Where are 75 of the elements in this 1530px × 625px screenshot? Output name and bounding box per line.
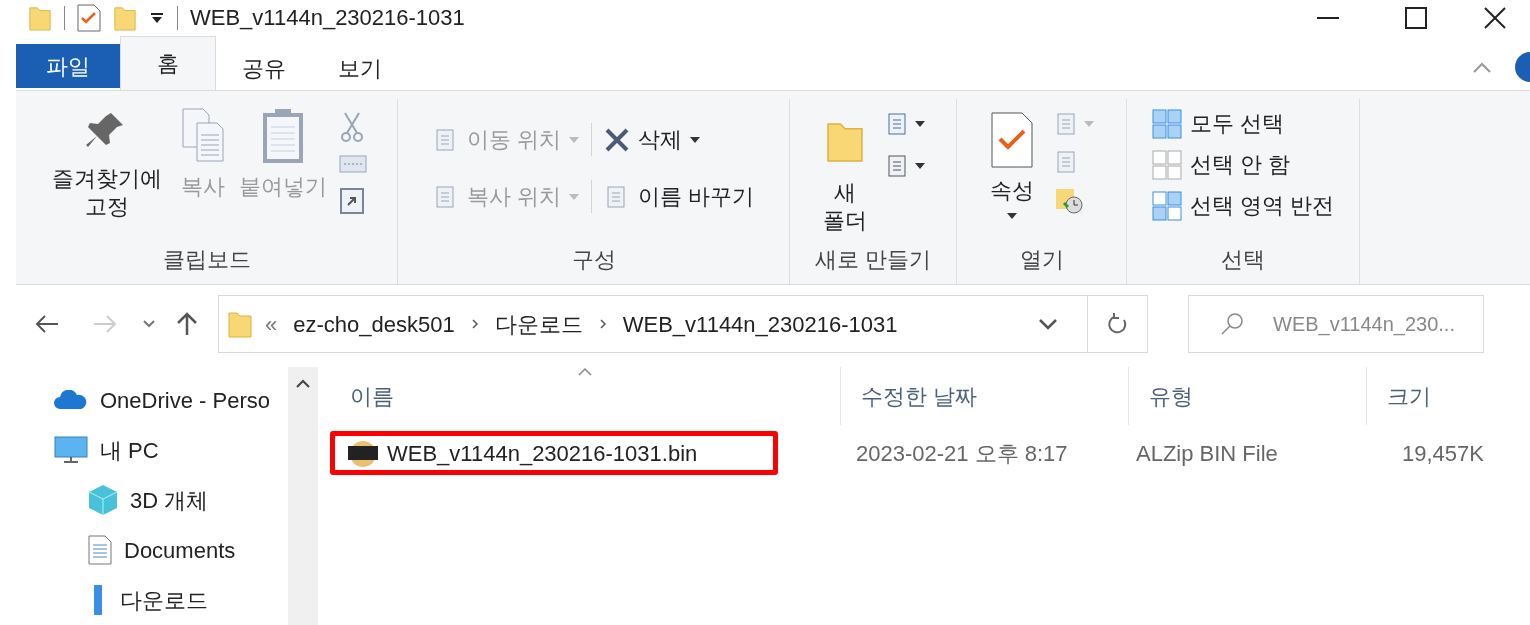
select-grid-icon <box>1151 108 1182 139</box>
ribbon-button[interactable]: 새 폴더 <box>821 111 869 235</box>
search-icon <box>1220 312 1244 336</box>
ribbon-button[interactable]: 선택 안 함 <box>1151 148 1335 181</box>
cube-icon <box>88 484 118 516</box>
nav-item[interactable]: 내 PC <box>16 425 288 475</box>
address-bar[interactable]: « ez-cho_desk501 다운로드 WEB_v1144n_230216-1031 <box>218 295 1148 353</box>
shortcut-icon <box>338 185 365 215</box>
clipboard-icon <box>260 107 305 165</box>
select-grid-icon <box>1151 190 1182 221</box>
column-header[interactable]: 수정한 날짜 <box>840 367 1128 425</box>
cloud-icon <box>54 390 88 410</box>
table-cell-text: 2023-02-21 오후 8:17 <box>855 439 1069 468</box>
close-icon <box>1484 6 1506 29</box>
scroll-up-icon <box>295 379 311 389</box>
group-label: 선택 <box>1221 246 1265 274</box>
chevron-right-icon <box>598 318 607 330</box>
breadcrumb[interactable]: 다운로드 <box>490 307 587 341</box>
ribbon-tab[interactable]: 홈 <box>120 36 216 90</box>
group-label: 열기 <box>1019 246 1064 274</box>
table-cell-text: ALZip BIN File <box>1135 439 1279 468</box>
bin-file-icon <box>347 438 379 468</box>
group-label: 새로 만들기 <box>814 246 932 274</box>
monitor-icon <box>54 435 88 465</box>
search-field[interactable]: WEB_v1144n_230... <box>1188 295 1484 353</box>
nav-item[interactable]: Documents <box>16 525 288 575</box>
column-header[interactable]: 유형 <box>1128 367 1366 425</box>
up-arrow-icon <box>176 312 198 336</box>
back-icon <box>34 314 60 334</box>
scrollbar[interactable] <box>288 367 318 625</box>
column-header[interactable]: 크기 <box>1366 367 1506 425</box>
group-label: 구성 <box>571 246 616 274</box>
chevron-right-icon <box>470 318 479 330</box>
breadcrumb[interactable]: WEB_v1144n_230216-1031 <box>618 307 902 341</box>
collapse-ribbon-icon <box>1472 62 1492 74</box>
column-header[interactable]: 이름 <box>330 367 840 425</box>
table-cell-text: 19,457K <box>1401 439 1484 468</box>
caret-icon <box>915 163 925 169</box>
minimize-icon <box>1317 16 1339 19</box>
ribbon-tab[interactable]: 공유 <box>216 46 312 90</box>
chevron-down-icon <box>142 319 156 329</box>
caret-icon <box>569 136 579 143</box>
nav-item[interactable]: OneDrive - Perso <box>16 375 288 425</box>
maximize-icon <box>1405 6 1427 29</box>
select-grid-icon <box>1151 149 1182 180</box>
scissors-icon <box>338 111 365 143</box>
caret-icon <box>569 193 579 200</box>
refresh-icon <box>1106 312 1129 336</box>
ribbon-button[interactable]: 삭제 <box>591 123 755 156</box>
caret-icon <box>1083 121 1094 127</box>
caret-icon <box>915 121 925 127</box>
nav-item[interactable]: 3D 개체 <box>16 475 288 525</box>
group-label: 클립보드 <box>162 246 251 274</box>
ribbon-button[interactable]: 선택 영역 반전 <box>1151 189 1335 222</box>
file-name-cell[interactable]: WEB_v1144n_230216-1031.bin <box>330 431 778 475</box>
ribbon-tab[interactable]: 보기 <box>312 46 408 90</box>
ribbon-button[interactable]: 즐겨찾기에 고정 <box>46 107 167 221</box>
ribbon-button[interactable]: 모두 선택 <box>1151 107 1335 140</box>
breadcrumb[interactable]: ez-cho_desk501 <box>289 307 459 341</box>
nav-item[interactable]: 다운로드 <box>16 575 288 625</box>
ribbon-button[interactable]: 속성 <box>989 111 1034 219</box>
caret-icon <box>690 136 700 143</box>
forward-icon <box>92 314 118 334</box>
ribbon-tab[interactable]: 파일 <box>16 44 120 88</box>
ribbon-button[interactable]: 이름 바꾸기 <box>591 180 755 213</box>
properties-icon <box>77 3 101 32</box>
close-icon <box>604 126 630 153</box>
caret-icon <box>1006 213 1017 219</box>
dropdown-icon <box>149 10 165 25</box>
properties-icon <box>989 111 1034 169</box>
history-icon <box>1053 187 1084 215</box>
window-title: WEB_v1144n_230216-1031 <box>190 4 465 32</box>
sort-caret-icon <box>577 367 593 377</box>
document-icon <box>88 535 112 565</box>
chevron-down-icon <box>1037 317 1059 331</box>
